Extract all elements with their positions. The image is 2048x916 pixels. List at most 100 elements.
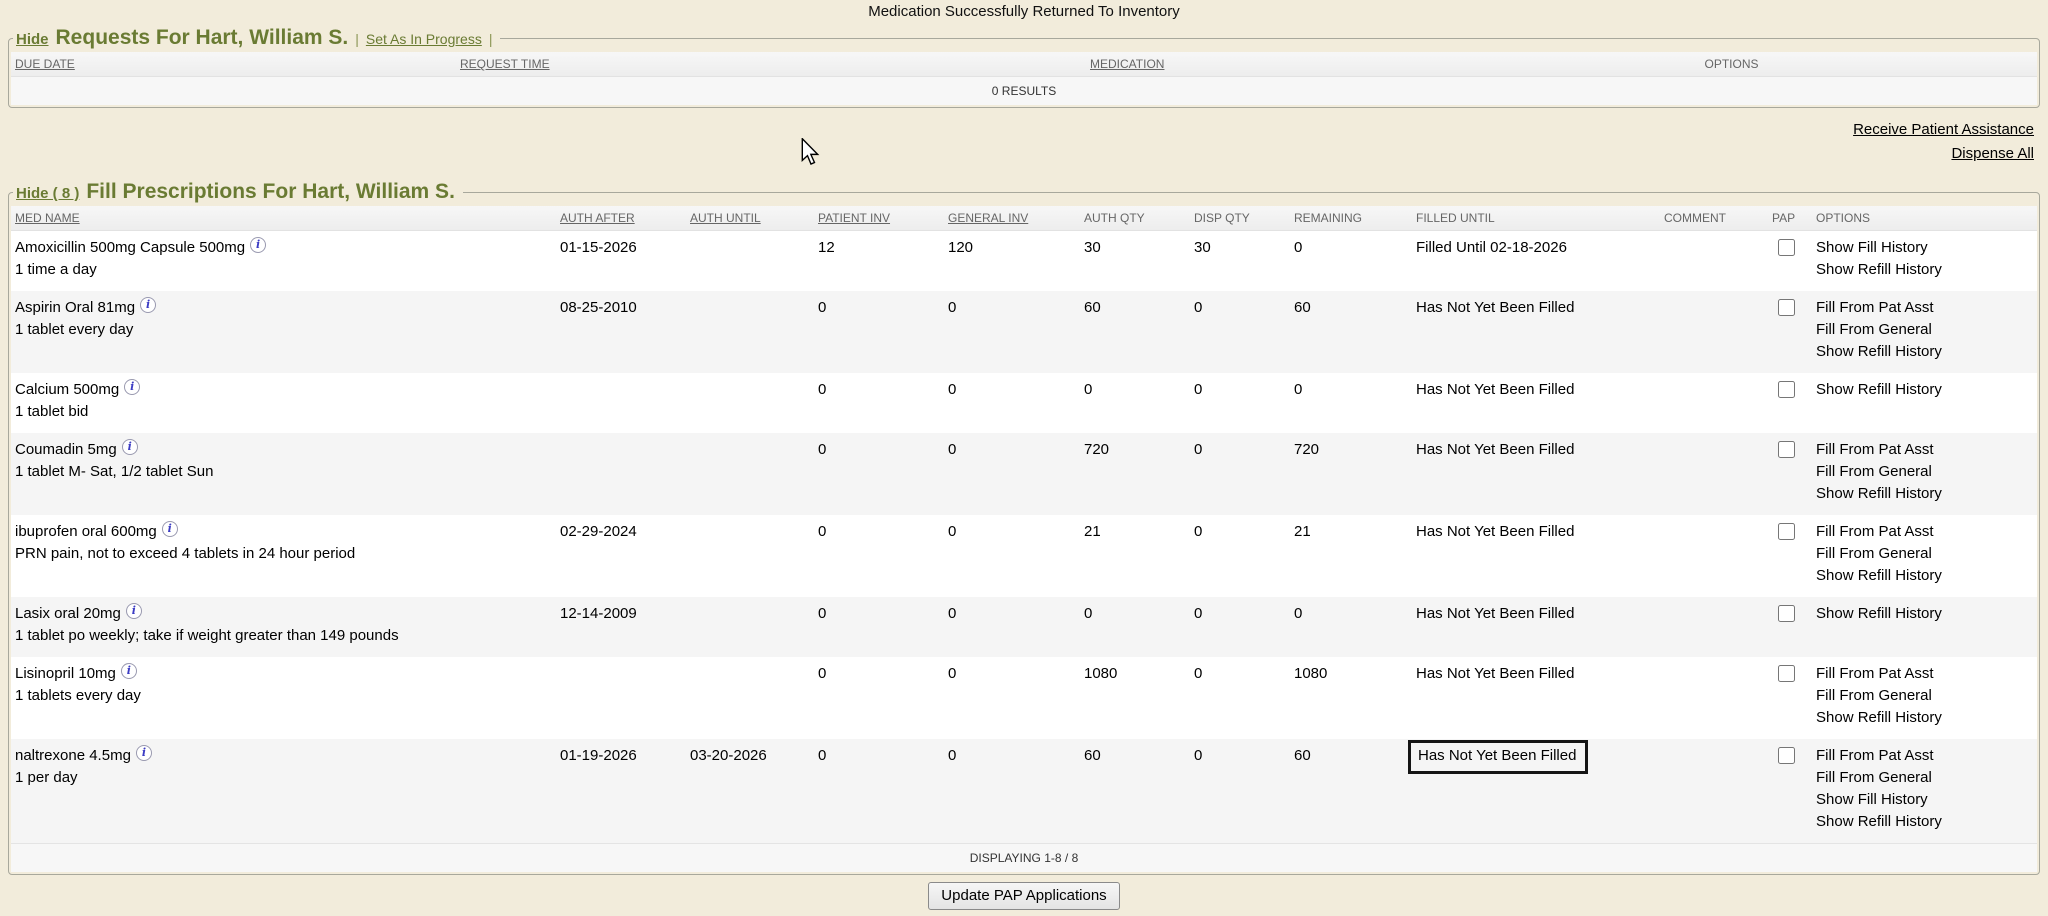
option-link-fill-from-pat-asst[interactable]: Fill From Pat Asst (1816, 439, 2033, 461)
empty-results-row: 0 RESULTS (11, 77, 2037, 106)
option-link-show-refill-history[interactable]: Show Refill History (1816, 603, 2033, 625)
info-icon[interactable]: i (140, 297, 156, 313)
requests-table: DUE DATEREQUEST TIMEMEDICATIONOPTIONS 0 … (11, 52, 2037, 105)
receive-patient-assistance-link[interactable]: Receive Patient Assistance (14, 118, 2034, 142)
option-link-fill-from-pat-asst[interactable]: Fill From Pat Asst (1816, 663, 2033, 685)
option-link-fill-from-pat-asst[interactable]: Fill From Pat Asst (1816, 745, 2033, 767)
dispense-all-link[interactable]: Dispense All (14, 142, 2034, 166)
remaining-cell: 1080 (1290, 657, 1412, 739)
column-header-patient-inv[interactable]: PATIENT INV (814, 206, 944, 231)
info-icon[interactable]: i (121, 663, 137, 679)
auth-until-cell (686, 657, 814, 739)
column-header-due-date[interactable]: DUE DATE (11, 52, 456, 77)
info-icon[interactable]: i (124, 379, 140, 395)
sig-text: PRN pain, not to exceed 4 tablets in 24 … (15, 543, 552, 565)
auth-after-cell: 08-25-2010 (556, 291, 686, 373)
med-name: Lisinopril 10mg (15, 665, 116, 682)
comment-cell (1660, 597, 1768, 657)
auth-qty-cell: 30 (1080, 231, 1190, 292)
option-link-show-refill-history[interactable]: Show Refill History (1816, 811, 2033, 833)
filled-until-text: Has Not Yet Been Filled (1416, 665, 1574, 682)
remaining-cell: 60 (1290, 291, 1412, 373)
filled-until-text: Has Not Yet Been Filled (1416, 605, 1574, 622)
filled-until-text: Has Not Yet Been Filled (1416, 299, 1574, 316)
column-header-medication[interactable]: MEDICATION (1086, 52, 1426, 77)
auth-until-cell: 03-20-2026 (686, 739, 814, 844)
pap-cell (1768, 739, 1812, 844)
auth-after-cell (556, 433, 686, 515)
option-link-show-refill-history[interactable]: Show Refill History (1816, 341, 2033, 363)
patient-inv-cell: 0 (814, 739, 944, 844)
pap-cell (1768, 597, 1812, 657)
option-link-show-refill-history[interactable]: Show Refill History (1816, 259, 2033, 281)
general-inv-cell: 0 (944, 291, 1080, 373)
pap-checkbox[interactable] (1778, 747, 1795, 764)
set-as-in-progress-link[interactable]: Set As In Progress (366, 31, 482, 47)
auth-until-cell (686, 597, 814, 657)
column-header-auth-after[interactable]: AUTH AFTER (556, 206, 686, 231)
option-link-fill-from-general[interactable]: Fill From General (1816, 685, 2033, 707)
option-link-fill-from-general[interactable]: Fill From General (1816, 319, 2033, 341)
options-cell: Show Refill History (1812, 597, 2037, 657)
info-icon[interactable]: i (250, 237, 266, 253)
filled-until-cell: Has Not Yet Been Filled (1412, 597, 1660, 657)
fill-prescriptions-fieldset: Hide ( 8 ) Fill Prescriptions For Hart, … (8, 180, 2040, 875)
patient-inv-cell: 0 (814, 597, 944, 657)
sig-text: 1 tablet M- Sat, 1/2 tablet Sun (15, 461, 552, 483)
column-header-request-time[interactable]: REQUEST TIME (456, 52, 1086, 77)
column-header-auth-until[interactable]: AUTH UNTIL (686, 206, 814, 231)
pap-checkbox[interactable] (1778, 381, 1795, 398)
pap-checkbox[interactable] (1778, 605, 1795, 622)
hide-fill-link[interactable]: Hide ( 8 ) (16, 185, 79, 202)
auth-until-cell (686, 291, 814, 373)
option-link-show-refill-history[interactable]: Show Refill History (1816, 483, 2033, 505)
info-icon[interactable]: i (162, 521, 178, 537)
option-link-fill-from-general[interactable]: Fill From General (1816, 543, 2033, 565)
prescription-row: naltrexone 4.5mgi1 per day01-19-202603-2… (11, 739, 2037, 844)
pap-checkbox[interactable] (1778, 665, 1795, 682)
option-link-show-refill-history[interactable]: Show Refill History (1816, 707, 2033, 729)
general-inv-cell: 0 (944, 515, 1080, 597)
option-link-fill-from-pat-asst[interactable]: Fill From Pat Asst (1816, 297, 2033, 319)
hide-requests-link[interactable]: Hide (16, 31, 49, 48)
pap-checkbox[interactable] (1778, 239, 1795, 256)
pap-checkbox[interactable] (1778, 523, 1795, 540)
update-pap-applications-button[interactable]: Update PAP Applications (928, 882, 1119, 910)
info-icon[interactable]: i (136, 745, 152, 761)
remaining-cell: 0 (1290, 373, 1412, 433)
option-link-fill-from-general[interactable]: Fill From General (1816, 767, 2033, 789)
pap-checkbox[interactable] (1778, 441, 1795, 458)
med-name: Aspirin Oral 81mg (15, 299, 135, 316)
filled-until-cell: Has Not Yet Been Filled (1412, 373, 1660, 433)
option-link-fill-from-pat-asst[interactable]: Fill From Pat Asst (1816, 521, 2033, 543)
option-link-fill-from-general[interactable]: Fill From General (1816, 461, 2033, 483)
options-cell: Fill From Pat AsstFill From GeneralShow … (1812, 515, 2037, 597)
column-header-general-inv[interactable]: GENERAL INV (944, 206, 1080, 231)
options-cell: Show Refill History (1812, 373, 2037, 433)
prescription-row: Amoxicillin 500mg Capsule 500mgi1 time a… (11, 231, 2037, 292)
option-link-show-fill-history[interactable]: Show Fill History (1816, 237, 2033, 259)
filled-until-text: Has Not Yet Been Filled (1416, 523, 1574, 540)
option-link-show-fill-history[interactable]: Show Fill History (1816, 789, 2033, 811)
med-name: Calcium 500mg (15, 381, 119, 398)
auth-after-cell: 12-14-2009 (556, 597, 686, 657)
column-header-comment: COMMENT (1660, 206, 1768, 231)
patient-inv-cell: 0 (814, 291, 944, 373)
option-link-show-refill-history[interactable]: Show Refill History (1816, 565, 2033, 587)
column-header-disp-qty: DISP QTY (1190, 206, 1290, 231)
auth-until-cell (686, 433, 814, 515)
pap-cell (1768, 231, 1812, 292)
requests-fieldset: Hide Requests For Hart, William S. | Set… (8, 26, 2040, 108)
status-message: Medication Successfully Returned To Inve… (0, 0, 2048, 26)
info-icon[interactable]: i (122, 439, 138, 455)
option-link-show-refill-history[interactable]: Show Refill History (1816, 379, 2033, 401)
info-icon[interactable]: i (126, 603, 142, 619)
pap-checkbox[interactable] (1778, 299, 1795, 316)
auth-after-cell (556, 657, 686, 739)
column-header-filled-until: FILLED UNTIL (1412, 206, 1660, 231)
auth-qty-cell: 60 (1080, 739, 1190, 844)
remaining-cell: 21 (1290, 515, 1412, 597)
sig-text: 1 per day (15, 767, 552, 789)
column-header-med-name[interactable]: MED NAME (11, 206, 556, 231)
sig-text: 1 tablet po weekly; take if weight great… (15, 625, 552, 647)
